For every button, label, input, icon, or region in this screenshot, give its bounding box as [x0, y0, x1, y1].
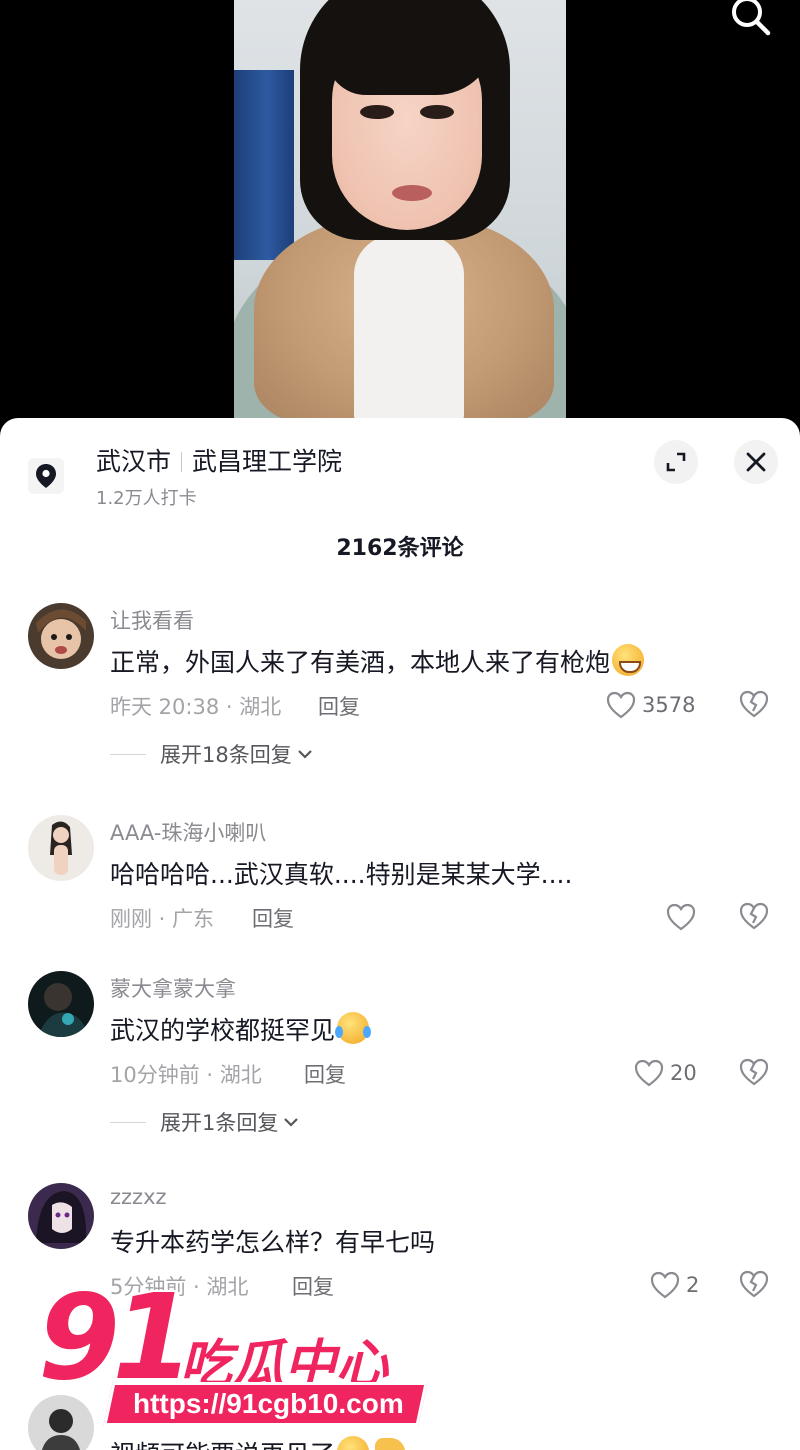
- expand-replies-button[interactable]: 展开18条回复: [110, 739, 314, 769]
- comment-text: 正常，外国人来了有美酒，本地人来了有枪炮: [110, 643, 645, 679]
- avatar[interactable]: [28, 1183, 94, 1249]
- close-button[interactable]: [734, 440, 778, 484]
- video-player[interactable]: [0, 0, 800, 440]
- like-button[interactable]: [666, 901, 696, 933]
- watermark-number: 91: [38, 1268, 194, 1406]
- location-city: 武汉市: [96, 447, 172, 476]
- expand-icon: [666, 452, 686, 472]
- waving-hand-emoji: [375, 1438, 406, 1450]
- comment-count: 2162条评论: [336, 536, 464, 561]
- chevron-down-icon: [297, 750, 312, 759]
- dislike-button[interactable]: [738, 901, 770, 933]
- chevron-down-icon: [284, 1118, 299, 1127]
- grinning-sweat-emoji: [612, 644, 645, 676]
- location-pin-icon[interactable]: [28, 458, 64, 494]
- dislike-button[interactable]: [738, 689, 770, 721]
- like-button[interactable]: 3578: [606, 689, 695, 721]
- tears-of-joy-emoji: [337, 1436, 370, 1450]
- reply-button[interactable]: 回复: [252, 903, 294, 933]
- location-title[interactable]: 武汉市 武昌理工学院: [96, 442, 342, 478]
- like-count: 2: [686, 1273, 700, 1297]
- comment-username[interactable]: 蒙大拿蒙大拿: [110, 973, 236, 1003]
- comment-meta: 刚刚 · 广东: [110, 907, 215, 931]
- avatar[interactable]: [28, 603, 94, 669]
- heart-icon: [666, 903, 696, 931]
- comment-username[interactable]: zzzxz: [110, 1185, 167, 1209]
- dislike-button[interactable]: [738, 1057, 770, 1089]
- like-button[interactable]: 2: [650, 1269, 699, 1301]
- like-button[interactable]: 20: [634, 1057, 697, 1089]
- heart-icon: [650, 1271, 680, 1299]
- comment-text: 哈哈哈哈...武汉真软....特别是某某大学....: [110, 860, 573, 889]
- watermark-url: https://91cgb10.com: [103, 1382, 428, 1426]
- tears-of-joy-emoji: [335, 1012, 372, 1044]
- like-count: 20: [670, 1061, 697, 1085]
- video-frame: [234, 0, 566, 440]
- location-place: 武昌理工学院: [192, 447, 343, 476]
- search-icon[interactable]: [728, 0, 772, 40]
- close-icon: [746, 452, 766, 472]
- comment-username[interactable]: AAA-珠海小喇叭: [110, 817, 266, 847]
- comment-username[interactable]: 让我看看: [110, 605, 194, 635]
- dislike-button[interactable]: [738, 1269, 770, 1301]
- watermark-logo: 91 吃瓜中心 https://91cgb10.com: [38, 1278, 438, 1438]
- heart-icon: [634, 1059, 664, 1087]
- expand-replies-button[interactable]: 展开1条回复: [110, 1107, 300, 1137]
- comment-text: 武汉的学校都挺罕见: [110, 1011, 372, 1047]
- avatar[interactable]: [28, 971, 94, 1037]
- heart-icon: [606, 691, 636, 719]
- broken-heart-icon: [739, 1058, 769, 1086]
- comment-text: 专升本药学怎么样？有早七吗: [110, 1228, 436, 1257]
- comment-meta: 昨天 20:38 · 湖北: [110, 695, 282, 719]
- like-count: 3578: [642, 693, 696, 717]
- expand-button[interactable]: [654, 440, 698, 484]
- reply-button[interactable]: 回复: [304, 1059, 346, 1089]
- comment-meta: 10分钟前 · 湖北: [110, 1063, 262, 1087]
- broken-heart-icon: [739, 902, 769, 930]
- reply-button[interactable]: 回复: [318, 691, 360, 721]
- broken-heart-icon: [739, 690, 769, 718]
- avatar[interactable]: [28, 815, 94, 881]
- location-checkins: 1.2万人打卡: [96, 488, 197, 509]
- broken-heart-icon: [739, 1270, 769, 1298]
